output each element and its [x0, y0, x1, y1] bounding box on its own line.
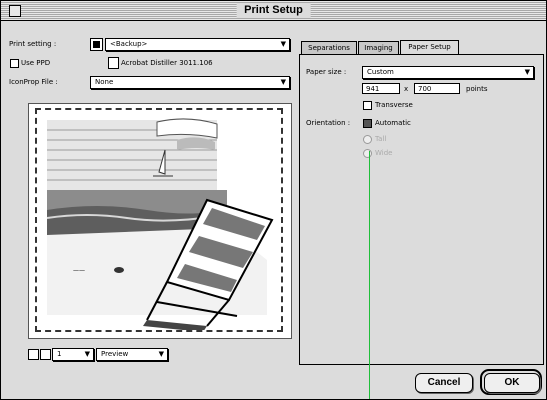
tall-label: Tall — [375, 135, 387, 143]
title-bar[interactable]: Print Setup — [1, 1, 546, 21]
automatic-label: Automatic — [375, 119, 411, 127]
tall-radio[interactable] — [363, 135, 372, 144]
paper-width-input[interactable]: 941 — [362, 83, 400, 94]
print-setting-popup[interactable]: <Backup> ▼ — [105, 38, 290, 51]
chevron-down-icon: ▼ — [158, 350, 164, 358]
beach-chair-illustration: —— — [46, 118, 274, 330]
tab-paper-setup[interactable]: Paper Setup — [400, 40, 459, 55]
transverse-label: Transverse — [375, 101, 413, 109]
tab-separations[interactable]: Separations — [301, 41, 357, 55]
chevron-down-icon: ▼ — [280, 40, 286, 48]
page-icon[interactable] — [108, 57, 119, 69]
use-ppd-checkbox[interactable] — [10, 59, 19, 68]
ok-button[interactable]: OK — [484, 373, 540, 393]
print-setting-value: <Backup> — [110, 40, 148, 48]
paper-setup-panel: Paper size : Custom ▼ 941 x 700 points T… — [299, 54, 544, 365]
chevron-down-icon: ▼ — [524, 68, 530, 76]
wide-label: Wide — [375, 149, 393, 157]
vertical-guide-line — [369, 151, 370, 399]
cancel-button[interactable]: Cancel — [415, 373, 473, 393]
actual-size-icon[interactable] — [40, 349, 51, 360]
dialog-title: Print Setup — [236, 3, 311, 18]
view-mode-value: Preview — [101, 350, 129, 358]
icc-file-label: IconProp File : — [9, 78, 58, 86]
preview-page: —— — [35, 108, 283, 332]
printer-icon[interactable] — [90, 38, 103, 51]
dimension-x-label: x — [404, 85, 409, 93]
paper-size-popup[interactable]: Custom ▼ — [362, 66, 534, 79]
print-setting-label: Print setting : — [9, 40, 57, 48]
transverse-checkbox[interactable] — [363, 101, 372, 110]
svg-text:——: —— — [73, 267, 85, 274]
wide-radio[interactable] — [363, 149, 372, 158]
page-number-popup[interactable]: 1 ▼ — [52, 348, 94, 361]
chevron-down-icon: ▼ — [280, 78, 286, 86]
units-label: points — [466, 85, 488, 93]
ppd-value: Acrobat Distiller 3011.106 — [121, 59, 213, 67]
tab-imaging[interactable]: Imaging — [358, 41, 399, 55]
orientation-label: Orientation : — [306, 119, 351, 127]
view-mode-popup[interactable]: Preview ▼ — [96, 348, 168, 361]
paper-size-label: Paper size : — [306, 68, 347, 76]
close-box-icon[interactable] — [9, 5, 21, 17]
chevron-down-icon: ▼ — [84, 350, 90, 358]
use-ppd-label: Use PPD — [21, 59, 51, 67]
icc-file-value: None — [95, 78, 114, 86]
automatic-checkbox[interactable] — [363, 119, 372, 128]
icc-file-popup[interactable]: None ▼ — [90, 76, 290, 89]
paper-height-input[interactable]: 700 — [414, 83, 460, 94]
print-setup-dialog: Print Setup Print setting : <Backup> ▼ U… — [0, 0, 547, 400]
fit-view-icon[interactable] — [28, 349, 39, 360]
paper-size-value: Custom — [367, 68, 394, 76]
page-preview: —— — [28, 103, 292, 339]
page-number-value: 1 — [57, 350, 62, 358]
